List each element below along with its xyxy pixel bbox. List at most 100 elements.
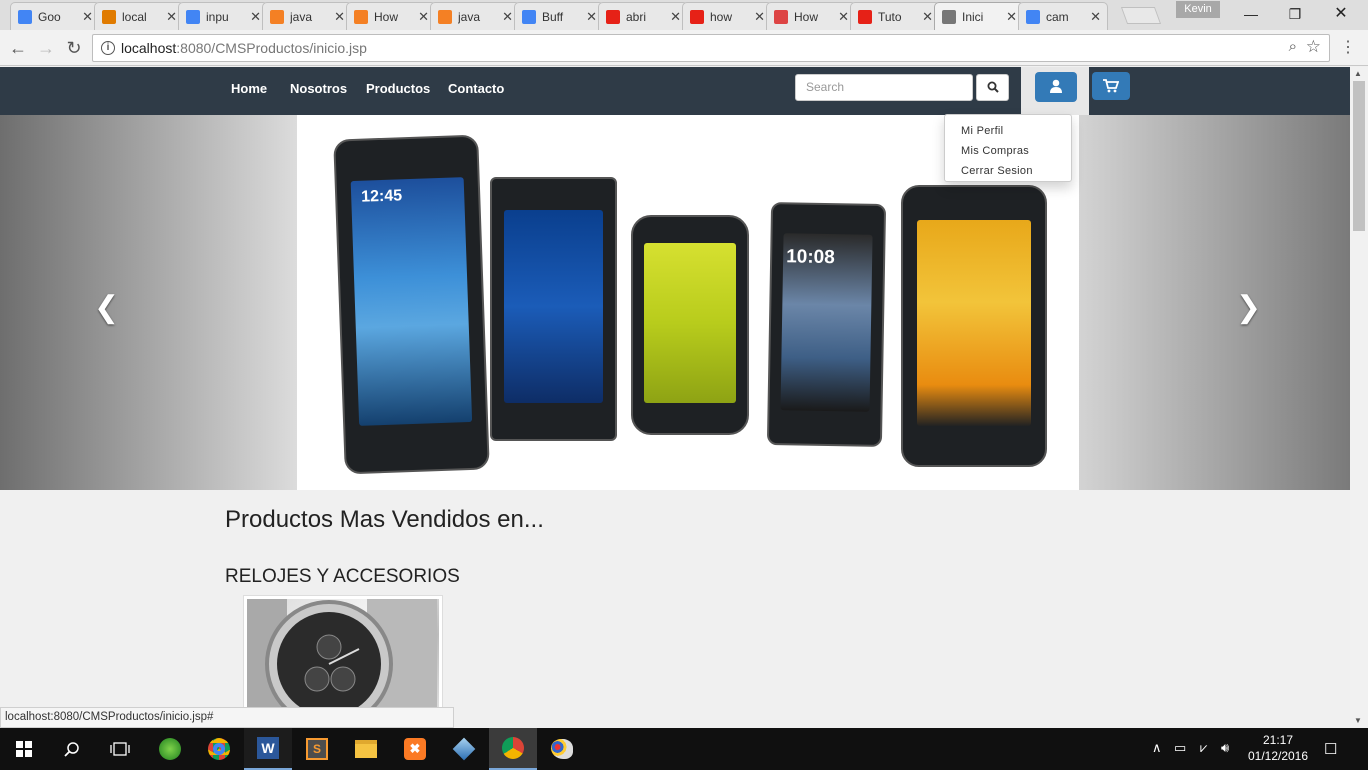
back-button[interactable]: ← xyxy=(5,35,31,61)
browser-tab[interactable]: How ✕ xyxy=(346,2,436,30)
profile-button[interactable]: Kevin xyxy=(1176,1,1220,18)
close-tab-icon[interactable]: ✕ xyxy=(166,9,177,25)
carousel-prev-icon[interactable]: ❮ xyxy=(94,290,119,325)
windows-logo-icon xyxy=(16,741,32,757)
system-clock[interactable]: 21:17 01/12/2016 xyxy=(1238,732,1318,764)
carousel-next-icon[interactable]: ❯ xyxy=(1236,290,1261,325)
phone-image xyxy=(490,177,617,441)
close-tab-icon[interactable]: ✕ xyxy=(670,9,681,25)
taskbar-xampp-icon[interactable]: ✖ xyxy=(391,728,439,770)
site-navbar: Home Nosotros Productos Contacto Search xyxy=(0,67,1350,115)
start-button[interactable] xyxy=(0,728,48,770)
nav-contacto[interactable]: Contacto xyxy=(448,81,504,96)
google-g-icon xyxy=(522,9,536,24)
taskbar-chrome-active-icon[interactable] xyxy=(489,728,537,770)
browser-tab[interactable]: Inici ✕ xyxy=(934,2,1024,31)
browser-tab[interactable]: local ✕ xyxy=(94,2,184,30)
browser-tab[interactable]: cam ✕ xyxy=(1018,2,1108,30)
phpmyadmin-icon xyxy=(102,9,116,24)
zoom-icon[interactable]: ⌕ xyxy=(1289,38,1297,55)
restore-button[interactable]: ❐ xyxy=(1272,2,1318,26)
browser-tab[interactable]: abri ✕ xyxy=(598,2,688,30)
tab-title: Inici xyxy=(962,10,984,24)
taskbar-app-green-icon[interactable] xyxy=(146,728,194,770)
tray-chevron-icon[interactable]: ∧ xyxy=(1152,740,1162,756)
taskbar-chrome-icon[interactable] xyxy=(195,728,243,770)
reload-button[interactable]: ↻ xyxy=(61,35,87,61)
scroll-down-icon[interactable]: ▼ xyxy=(1354,716,1362,725)
close-tab-icon[interactable]: ✕ xyxy=(250,9,261,25)
browser-tab[interactable]: java ✕ xyxy=(430,2,520,30)
browser-tab[interactable]: java ✕ xyxy=(262,2,352,30)
scroll-up-icon[interactable]: ▲ xyxy=(1354,69,1362,78)
menu-item-mis-compras[interactable]: Mis Compras xyxy=(945,141,1071,161)
close-tab-icon[interactable]: ✕ xyxy=(1090,9,1101,25)
stackoverflow-icon xyxy=(354,9,368,24)
search-input[interactable]: Search xyxy=(795,74,973,101)
battery-icon[interactable]: ▭ xyxy=(1174,740,1186,756)
close-tab-icon[interactable]: ✕ xyxy=(502,9,513,25)
browser-tab[interactable]: Buff ✕ xyxy=(514,2,604,30)
youtube-icon xyxy=(690,9,704,24)
taskbar-word-icon[interactable]: W xyxy=(244,728,292,770)
scrollbar-thumb[interactable] xyxy=(1353,81,1365,231)
cart-button[interactable] xyxy=(1092,72,1130,100)
taskbar-paint-icon[interactable] xyxy=(538,728,586,770)
nav-home[interactable]: Home xyxy=(231,81,267,96)
close-tab-icon[interactable]: ✕ xyxy=(1006,9,1017,25)
menu-item-mi-perfil[interactable]: Mi Perfil xyxy=(945,121,1071,141)
close-window-button[interactable]: ✕ xyxy=(1318,2,1364,26)
bookmark-star-icon[interactable]: ☆ xyxy=(1306,37,1321,57)
forward-button[interactable]: → xyxy=(33,35,59,61)
browser-tab[interactable]: Tuto ✕ xyxy=(850,2,940,30)
search-taskbar-button[interactable] xyxy=(48,728,96,770)
search-button[interactable] xyxy=(976,74,1009,101)
product-carousel: 12:45 10:08 ❮ ❯ xyxy=(0,115,1350,490)
site-icon xyxy=(942,10,956,24)
tab-title: How xyxy=(794,9,819,24)
tab-title: how xyxy=(710,9,733,24)
tab-title: java xyxy=(458,9,481,24)
chrome-menu-icon[interactable]: ⋮ xyxy=(1340,36,1356,60)
phone-clock-text: 12:45 xyxy=(360,187,403,206)
taskbar-file-explorer-icon[interactable] xyxy=(342,728,390,770)
link-status-bubble: localhost:8080/CMSProductos/inicio.jsp# xyxy=(0,707,454,728)
address-bar[interactable]: i localhost:8080/CMSProductos/inicio.jsp… xyxy=(92,34,1330,62)
nav-nosotros[interactable]: Nosotros xyxy=(290,81,347,96)
nav-productos[interactable]: Productos xyxy=(366,81,430,96)
info-icon[interactable]: i xyxy=(101,41,115,55)
close-tab-icon[interactable]: ✕ xyxy=(922,9,933,25)
google-g-icon xyxy=(186,9,200,24)
close-tab-icon[interactable]: ✕ xyxy=(754,9,765,25)
notifications-icon[interactable]: ☐ xyxy=(1324,740,1337,758)
wifi-icon[interactable]: ⩗ xyxy=(1200,740,1207,756)
page-scrollbar[interactable]: ▲ ▼ xyxy=(1350,67,1368,727)
youtube-icon xyxy=(858,9,872,24)
browser-tab[interactable]: Goo ✕ xyxy=(10,2,100,30)
close-tab-icon[interactable]: ✕ xyxy=(418,9,429,25)
tab-title: java xyxy=(290,9,313,24)
close-tab-icon[interactable]: ✕ xyxy=(82,9,93,25)
task-view-button[interactable] xyxy=(96,728,144,770)
browser-tab-strip: Goo ✕ local ✕ inpu ✕ java ✕ How ✕ java ✕ Buff ✕ abri ✕ h… xyxy=(0,0,1368,31)
close-tab-icon[interactable]: ✕ xyxy=(586,9,597,25)
taskbar-sublime-icon[interactable]: S xyxy=(293,728,341,770)
clock-time: 21:17 xyxy=(1262,733,1294,747)
url-text: localhost:8080/CMSProductos/inicio.jsp xyxy=(121,40,367,56)
page-viewport: Home Nosotros Productos Contacto Search … xyxy=(0,67,1350,727)
tab-title: Tuto xyxy=(878,9,902,24)
tab-title: Buff xyxy=(542,9,564,24)
close-tab-icon[interactable]: ✕ xyxy=(838,9,849,25)
taskbar-virtualbox-icon[interactable] xyxy=(440,728,488,770)
minimize-button[interactable]: — xyxy=(1228,2,1274,26)
search-icon xyxy=(987,81,999,93)
menu-item-cerrar-sesion[interactable]: Cerrar Sesion xyxy=(945,161,1071,181)
volume-icon[interactable]: 🔊︎ xyxy=(1221,740,1229,756)
browser-tab[interactable]: how ✕ xyxy=(682,2,772,30)
user-button[interactable] xyxy=(1035,72,1077,102)
user-icon xyxy=(1050,79,1062,93)
browser-tab[interactable]: inpu ✕ xyxy=(178,2,268,30)
close-tab-icon[interactable]: ✕ xyxy=(334,9,345,25)
browser-tab[interactable]: How ✕ xyxy=(766,2,856,30)
new-tab-button[interactable] xyxy=(1120,7,1162,24)
